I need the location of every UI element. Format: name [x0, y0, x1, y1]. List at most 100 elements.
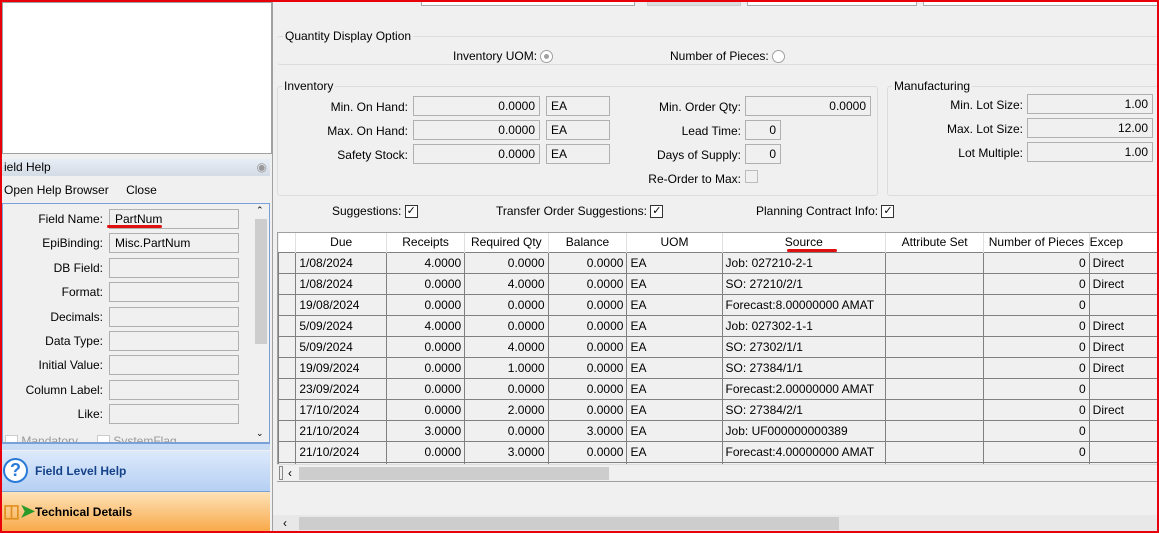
- table-cell[interactable]: EA: [626, 419, 723, 442]
- field-value[interactable]: [109, 306, 239, 327]
- inventory-uom-radio[interactable]: Inventory UOM:: [453, 49, 554, 64]
- table-cell[interactable]: 0: [983, 377, 1090, 400]
- table-row[interactable]: 1/08/2024 4.0000 0.0000 0.0000 EA Job: 027210…: [278, 251, 1158, 274]
- table-cell[interactable]: 0.0000: [385, 398, 466, 421]
- technical-details-nav[interactable]: ◫➤ Technical Details: [0, 491, 270, 531]
- table-cell[interactable]: Job: 027210-2-1: [721, 251, 887, 274]
- main-hscrollbar[interactable]: ‹: [273, 515, 1159, 532]
- field-level-help-nav[interactable]: ? Field Level Help: [0, 451, 270, 491]
- table-cell[interactable]: 0.0000: [464, 377, 549, 400]
- scroll-up-icon[interactable]: ⌃: [256, 205, 264, 216]
- field-value[interactable]: [109, 355, 239, 376]
- table-cell[interactable]: EA: [626, 314, 723, 337]
- grid-scroll-splitter[interactable]: [279, 466, 283, 480]
- scroll-thumb[interactable]: [255, 219, 267, 344]
- form-scrollbar[interactable]: ⌃ ⌄: [253, 204, 269, 442]
- table-cell[interactable]: 0.0000: [547, 440, 628, 463]
- table-cell[interactable]: [885, 440, 985, 463]
- table-cell[interactable]: [1088, 293, 1158, 316]
- table-cell[interactable]: [885, 377, 985, 400]
- table-cell[interactable]: EA: [626, 251, 723, 274]
- table-cell[interactable]: 0.0000: [547, 377, 628, 400]
- pin-icon[interactable]: ◉: [257, 159, 267, 176]
- max-on-hand-uom[interactable]: EA: [546, 120, 610, 140]
- transfer-order-suggestions-checkbox[interactable]: Transfer Order Suggestions: ✓: [496, 204, 664, 219]
- table-cell[interactable]: 3.0000: [385, 419, 466, 442]
- grid-scroll-thumb[interactable]: [299, 467, 609, 480]
- table-row[interactable]: 19/08/2024 0.0000 0.0000 0.0000 EA Forecast:8…: [278, 293, 1158, 316]
- field-value[interactable]: [109, 282, 239, 303]
- table-cell[interactable]: 23/09/2024: [295, 377, 387, 400]
- column-header[interactable]: Receipts: [386, 233, 466, 252]
- table-cell[interactable]: 1.0000: [464, 356, 549, 379]
- table-cell[interactable]: SO: 27384/2/1: [721, 398, 887, 421]
- column-header[interactable]: Excep: [1089, 233, 1158, 252]
- table-cell[interactable]: 0.0000: [385, 377, 466, 400]
- table-row[interactable]: 5/09/2024 4.0000 0.0000 0.0000 EA Job: 027302…: [278, 314, 1158, 337]
- table-cell[interactable]: Direct: [1088, 335, 1158, 358]
- system-flag-checkbox[interactable]: SystemFlag: [97, 434, 177, 442]
- table-cell[interactable]: 0: [983, 293, 1090, 316]
- table-cell[interactable]: SO: 27302/1/1: [721, 335, 887, 358]
- safety-stock-field[interactable]: 0.0000: [413, 144, 540, 164]
- table-cell[interactable]: 0.0000: [547, 272, 628, 295]
- table-cell[interactable]: Forecast:4.00000000 AMAT: [721, 440, 887, 463]
- close-button[interactable]: Close: [126, 183, 157, 197]
- table-cell[interactable]: 0.0000: [547, 335, 628, 358]
- table-cell[interactable]: 4.0000: [385, 251, 466, 274]
- table-cell[interactable]: Direct: [1088, 398, 1158, 421]
- scroll-left-icon[interactable]: ‹: [283, 516, 287, 530]
- table-cell[interactable]: Direct: [1088, 251, 1158, 274]
- field-value[interactable]: [109, 404, 239, 425]
- main-scroll-thumb[interactable]: [299, 517, 839, 530]
- table-cell[interactable]: [885, 293, 985, 316]
- table-cell[interactable]: 0: [983, 251, 1090, 274]
- table-cell[interactable]: 0.0000: [385, 272, 466, 295]
- table-cell[interactable]: 0.0000: [385, 356, 466, 379]
- table-cell[interactable]: 0.0000: [464, 314, 549, 337]
- table-cell[interactable]: Job: UF000000000389: [721, 419, 887, 442]
- table-cell[interactable]: 0: [983, 314, 1090, 337]
- table-row[interactable]: 17/10/2024 0.0000 2.0000 0.0000 EA SO: 27384/…: [278, 398, 1158, 421]
- table-cell[interactable]: Job: 027302-1-1: [721, 314, 887, 337]
- table-row[interactable]: 1/08/2024 0.0000 4.0000 0.0000 EA SO: 27210/2…: [278, 272, 1158, 295]
- min-on-hand-uom[interactable]: EA: [546, 96, 610, 116]
- min-on-hand-field[interactable]: 0.0000: [413, 96, 540, 116]
- table-cell[interactable]: [885, 251, 985, 274]
- table-cell[interactable]: 0: [983, 335, 1090, 358]
- scroll-down-icon[interactable]: ⌄: [256, 428, 264, 439]
- top-input-3[interactable]: [923, 0, 1159, 6]
- field-value[interactable]: [109, 257, 239, 278]
- table-cell[interactable]: 17/10/2024: [295, 398, 387, 421]
- table-cell[interactable]: 4.0000: [464, 335, 549, 358]
- reorder-to-max-checkbox[interactable]: [745, 170, 758, 183]
- table-cell[interactable]: EA: [626, 293, 723, 316]
- table-cell[interactable]: 4.0000: [385, 314, 466, 337]
- table-cell[interactable]: 0: [983, 272, 1090, 295]
- table-cell[interactable]: SO: 27384/1/1: [721, 356, 887, 379]
- row-selector[interactable]: [278, 419, 297, 442]
- row-selector[interactable]: [278, 377, 297, 400]
- row-selector[interactable]: [278, 272, 297, 295]
- number-of-pieces-radio[interactable]: Number of Pieces:: [670, 49, 786, 64]
- row-selector[interactable]: [278, 335, 297, 358]
- table-cell[interactable]: 19/08/2024: [295, 293, 387, 316]
- row-selector[interactable]: [278, 314, 297, 337]
- table-cell[interactable]: Forecast:2.00000000 AMAT: [721, 377, 887, 400]
- table-cell[interactable]: EA: [626, 377, 723, 400]
- column-header[interactable]: UOM: [626, 233, 723, 252]
- max-lot-size-field[interactable]: 12.00: [1027, 118, 1153, 138]
- planning-contract-info-checkbox[interactable]: Planning Contract Info: ✓: [756, 204, 895, 219]
- row-selector[interactable]: [278, 398, 297, 421]
- suggestions-checkbox[interactable]: Suggestions: ✓: [332, 204, 418, 219]
- top-input-2[interactable]: [747, 0, 917, 6]
- column-header[interactable]: Due: [295, 233, 387, 252]
- table-cell[interactable]: 0.0000: [464, 419, 549, 442]
- table-cell[interactable]: 0.0000: [385, 293, 466, 316]
- table-cell[interactable]: SO: 27210/2/1: [721, 272, 887, 295]
- table-cell[interactable]: Direct: [1088, 356, 1158, 379]
- table-cell[interactable]: EA: [626, 356, 723, 379]
- table-cell[interactable]: 3.0000: [464, 440, 549, 463]
- table-cell[interactable]: [885, 398, 985, 421]
- table-cell[interactable]: 0.0000: [547, 293, 628, 316]
